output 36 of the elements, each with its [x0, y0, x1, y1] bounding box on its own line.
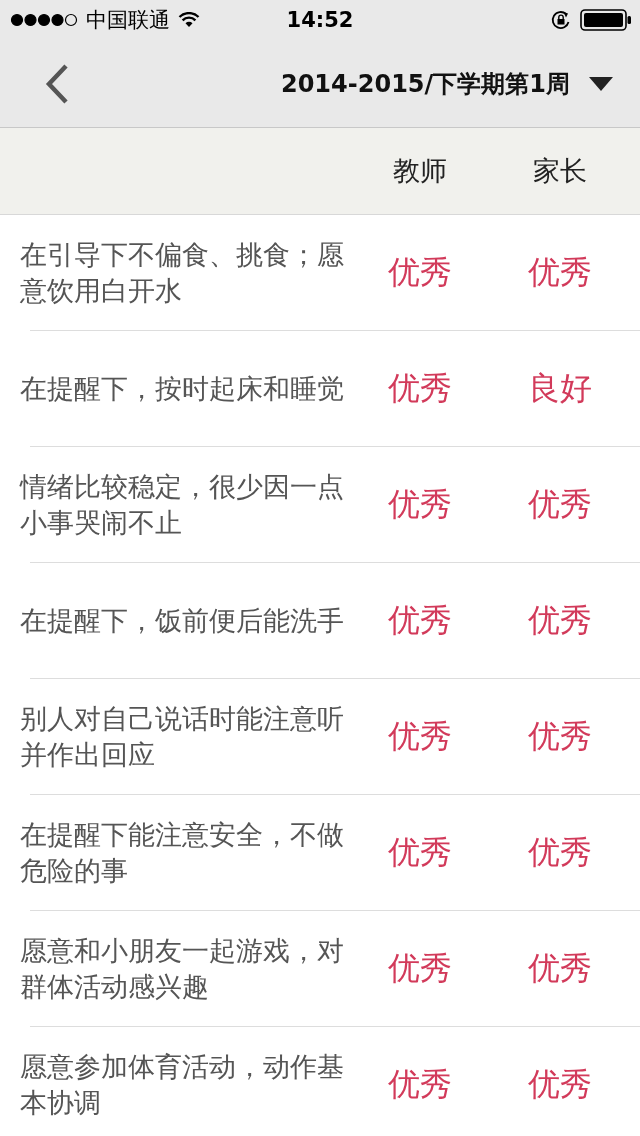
teacher-grade: 优秀	[387, 831, 453, 873]
parent-grade: 优秀	[527, 483, 593, 525]
column-header: 家长	[532, 154, 588, 188]
back-button[interactable]	[44, 62, 70, 105]
teacher-grade: 优秀	[387, 715, 453, 757]
behavior-item: 别人对自己说话时能注意听并作出回应	[20, 701, 345, 772]
term-dropdown[interactable]: 2014-2015/下学期第1周	[280, 67, 614, 100]
behavior-item: 在提醒下能注意安全，不做危险的事	[20, 817, 345, 888]
behavior-item: 在提醒下，饭前便后能洗手	[20, 603, 345, 638]
parent-grade: 优秀	[527, 947, 593, 989]
teacher-grade: 优秀	[387, 483, 453, 525]
behavior-item: 在引导下不偏食、挑食；愿意饮用白开水	[20, 237, 345, 308]
parent-grade: 优秀	[527, 715, 593, 757]
parent-grade: 优秀	[527, 599, 593, 641]
teacher-grade: 优秀	[387, 367, 453, 409]
behavior-item: 在提醒下，按时起床和睡觉	[20, 371, 345, 406]
behavior-item: 愿意参加体育活动，动作基本协调	[20, 1049, 345, 1120]
teacher-grade: 优秀	[387, 599, 453, 641]
teacher-grade: 优秀	[387, 1063, 453, 1105]
carrier-name: 中国联通	[86, 7, 170, 34]
column-header: 教师	[392, 154, 448, 188]
behavior-item: 情绪比较稳定，很少因一点小事哭闹不止	[20, 469, 345, 540]
parent-grade: 优秀	[527, 1063, 593, 1105]
behavior-item: 愿意和小朋友一起游戏，对群体活动感兴趣	[20, 933, 345, 1004]
parent-grade: 优秀	[527, 831, 593, 873]
parent-grade: 良好	[527, 367, 593, 409]
caret-icon	[588, 75, 614, 92]
teacher-grade: 优秀	[387, 251, 453, 293]
back-icon	[44, 62, 70, 105]
teacher-grade: 优秀	[387, 947, 453, 989]
battery-icon	[580, 9, 632, 31]
rotation-lock-icon	[550, 9, 572, 31]
status-time: 14:52	[286, 8, 354, 32]
wifi-icon	[178, 12, 200, 28]
signal-icon	[10, 13, 78, 27]
parent-grade: 优秀	[527, 251, 593, 293]
